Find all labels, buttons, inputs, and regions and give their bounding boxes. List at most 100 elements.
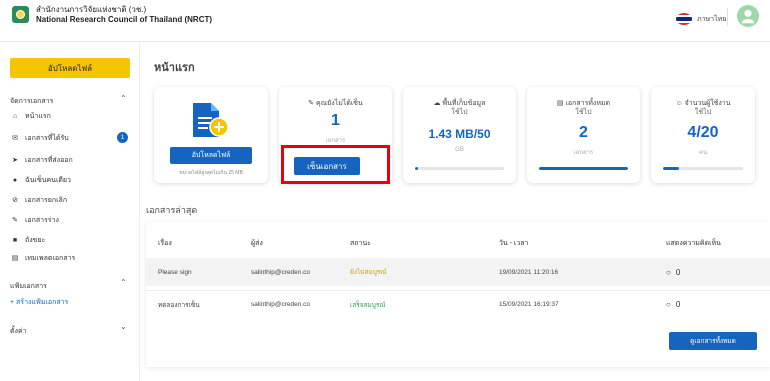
sidebar: อัปโหลดไฟล์ จัดการเอกสาร ⌃ ⌂ หน้าแรก ✉ เ…: [0, 42, 140, 381]
header-subject: เรื่อง: [158, 239, 172, 247]
row-sender: salinthip@creden.co: [251, 268, 310, 276]
user-icon: [741, 9, 755, 24]
stat-value-users: 4/20: [687, 124, 719, 141]
sidebar-item-label: เอกสารร่าง: [25, 216, 59, 224]
template-icon: ▤: [11, 255, 19, 262]
stat-card-documents: ▤ เอกสารทั้งหมด ใช้ไป 2 เอกสาร: [527, 87, 640, 183]
header-divider: [727, 8, 728, 26]
documents-progress-bar: [539, 167, 628, 170]
comment-count: 0: [675, 300, 681, 309]
table-header: เรื่อง ผู้ส่ง สถานะ วัน - เวลา แสดงความค…: [146, 232, 770, 254]
sidebar-item-templates[interactable]: ▤ เทมเพลตเอกสาร: [10, 251, 132, 265]
stat-unit-storage: GB: [455, 147, 464, 153]
received-count-badge: 1: [117, 132, 128, 143]
organization-name: สำนักงานการวิจัยแห่งชาติ (วช.) National …: [36, 5, 212, 25]
users-icon: ☺: [675, 100, 683, 107]
person-icon: ●: [12, 176, 18, 184]
stat-value-pending: 1: [331, 112, 340, 129]
sidebar-item-draft[interactable]: ✎ เอกสารร่าง: [10, 213, 132, 227]
header-comments: แสดงความคิดเห็น: [666, 239, 721, 247]
sidebar-item-home[interactable]: ⌂ หน้าแรก: [10, 109, 132, 123]
row-status: เสร็จสมบูรณ์: [350, 301, 386, 309]
sidebar-item-label: เทมเพลตเอกสาร: [25, 254, 76, 262]
nrct-logo: [12, 6, 29, 23]
thai-flag-icon: [676, 13, 692, 25]
chevron-up-icon[interactable]: ⌃: [120, 278, 127, 287]
home-icon: ⌂: [12, 112, 18, 120]
stat-unit-pending: เอกสาร: [325, 138, 346, 144]
sidebar-item-label: ถังขยะ: [25, 236, 46, 244]
language-selector[interactable]: ภาษาไทย: [676, 13, 726, 25]
view-all-documents-button[interactable]: ดูเอกสารทั้งหมด: [669, 332, 757, 350]
top-header: สำนักงานการวิจัยแห่งชาติ (วช.) National …: [0, 0, 770, 42]
page-title: หน้าแรก: [154, 62, 195, 74]
documents-progress-fill: [539, 167, 628, 170]
stat-card-storage: ☁ พื้นที่เก็บข้อมูล ใช้ไป 1.43 MB/50 GB: [403, 87, 516, 183]
row-sender: salinthip@creden.co: [251, 301, 310, 308]
folder-section-title: แฟ้มเอกสาร: [10, 283, 47, 290]
sidebar-upload-button[interactable]: อัปโหลดไฟล์: [10, 58, 130, 78]
highlight-box: [281, 145, 390, 184]
row-comments[interactable]: ○ 0: [666, 268, 680, 277]
draft-icon: ✎: [12, 217, 18, 224]
recent-documents-table: เรื่อง ผู้ส่ง สถานะ วัน - เวลา แสดงความค…: [146, 222, 770, 367]
sidebar-item-self-sign[interactable]: ● ฉันเซ็นคนเดียว: [10, 173, 132, 187]
user-avatar[interactable]: [737, 5, 759, 27]
sidebar-item-label: เอกสารที่ได้รับ: [25, 134, 69, 142]
send-icon: ➤: [12, 157, 18, 164]
row-datetime: 19/09/2021 11:20:16: [499, 268, 559, 276]
table-row[interactable]: Please sign salinthip@creden.co ยังไม่สม…: [146, 258, 770, 286]
trash-icon: ■: [12, 236, 18, 244]
org-name-thai: สำนักงานการวิจัยแห่งชาติ (วช.): [36, 5, 147, 14]
sidebar-item-label: เอกสารที่ส่งออก: [25, 156, 73, 164]
chevron-up-icon[interactable]: ⌃: [120, 94, 127, 103]
table-row[interactable]: ทดลองการเซ็น salinthip@creden.co เสร็จสม…: [146, 290, 770, 318]
stat-value-storage: 1.43 MB/50: [428, 127, 491, 141]
storage-progress-fill: [415, 167, 418, 170]
sidebar-item-received[interactable]: ✉ เอกสารที่ได้รับ 1: [10, 131, 132, 145]
users-progress-bar: [663, 167, 743, 170]
comment-count: 0: [675, 267, 681, 277]
comment-icon: ○: [666, 300, 671, 309]
sidebar-item-label: เอกสารยกเลิก: [25, 196, 68, 204]
inbox-icon: ✉: [12, 135, 18, 142]
manage-section-title: จัดการเอกสาร: [10, 98, 54, 105]
cancel-icon: ⊘: [12, 197, 18, 204]
upload-size-hint: ขนาดไฟล์สูงสุดไม่เกิน 25 MB: [179, 170, 243, 176]
stat-unit-users: คน: [698, 150, 708, 156]
org-name-english: National Research Council of Thailand (N…: [36, 15, 213, 24]
pen-icon: ✎: [308, 100, 315, 107]
stat-card-users: ☺ จำนวนผู้ใช้งาน ใช้ไป 4/20 คน: [651, 87, 755, 183]
chevron-down-icon[interactable]: ⌄: [120, 322, 127, 331]
row-comments[interactable]: ○ 0: [666, 300, 680, 309]
sidebar-item-label: หน้าแรก: [25, 112, 51, 120]
sidebar-item-label: ฉันเซ็นคนเดียว: [25, 176, 71, 184]
recent-documents-title: เอกสารล่าสุด: [146, 205, 198, 215]
stat-label-documents: ▤ เอกสารทั้งหมด ใช้ไป: [556, 100, 611, 116]
language-label: ภาษาไทย: [697, 15, 727, 23]
header-datetime: วัน - เวลา: [499, 239, 529, 247]
header-sender: ผู้ส่ง: [251, 239, 263, 247]
stat-unit-documents: เอกสาร: [573, 150, 594, 156]
settings-section-title: ตั้งค่า: [10, 328, 27, 335]
stat-label-pending: ✎ คุณยังไม่ได้เซ็น: [308, 100, 363, 107]
header-status: สถานะ: [350, 239, 371, 247]
sidebar-item-trash[interactable]: ■ ถังขยะ: [10, 233, 132, 247]
card-upload-button[interactable]: อัปโหลดไฟล์: [170, 147, 252, 164]
stat-label-storage: ☁ พื้นที่เก็บข้อมูล ใช้ไป: [433, 100, 486, 116]
stat-value-documents: 2: [579, 124, 588, 141]
document-icon: ▤: [556, 100, 564, 107]
storage-progress-bar: [415, 167, 504, 170]
stat-label-users: ☺ จำนวนผู้ใช้งาน ใช้ไป: [675, 100, 731, 116]
row-status: ยังไม่สมบูรณ์: [350, 269, 387, 276]
sidebar-item-cancelled[interactable]: ⊘ เอกสารยกเลิก: [10, 193, 132, 207]
cloud-icon: ☁: [433, 100, 441, 107]
row-datetime: 15/09/2021 16:19:37: [499, 301, 559, 308]
add-document-icon: [193, 103, 229, 137]
comment-icon: ○: [666, 267, 671, 277]
users-progress-fill: [663, 167, 679, 170]
row-subject: Please sign: [158, 268, 192, 276]
create-folder-link[interactable]: + สร้างแฟ้มเอกสาร: [10, 295, 132, 309]
sidebar-item-sent[interactable]: ➤ เอกสารที่ส่งออก: [10, 153, 132, 167]
upload-card: อัปโหลดไฟล์ ขนาดไฟล์สูงสุดไม่เกิน 25 MB: [154, 87, 268, 183]
